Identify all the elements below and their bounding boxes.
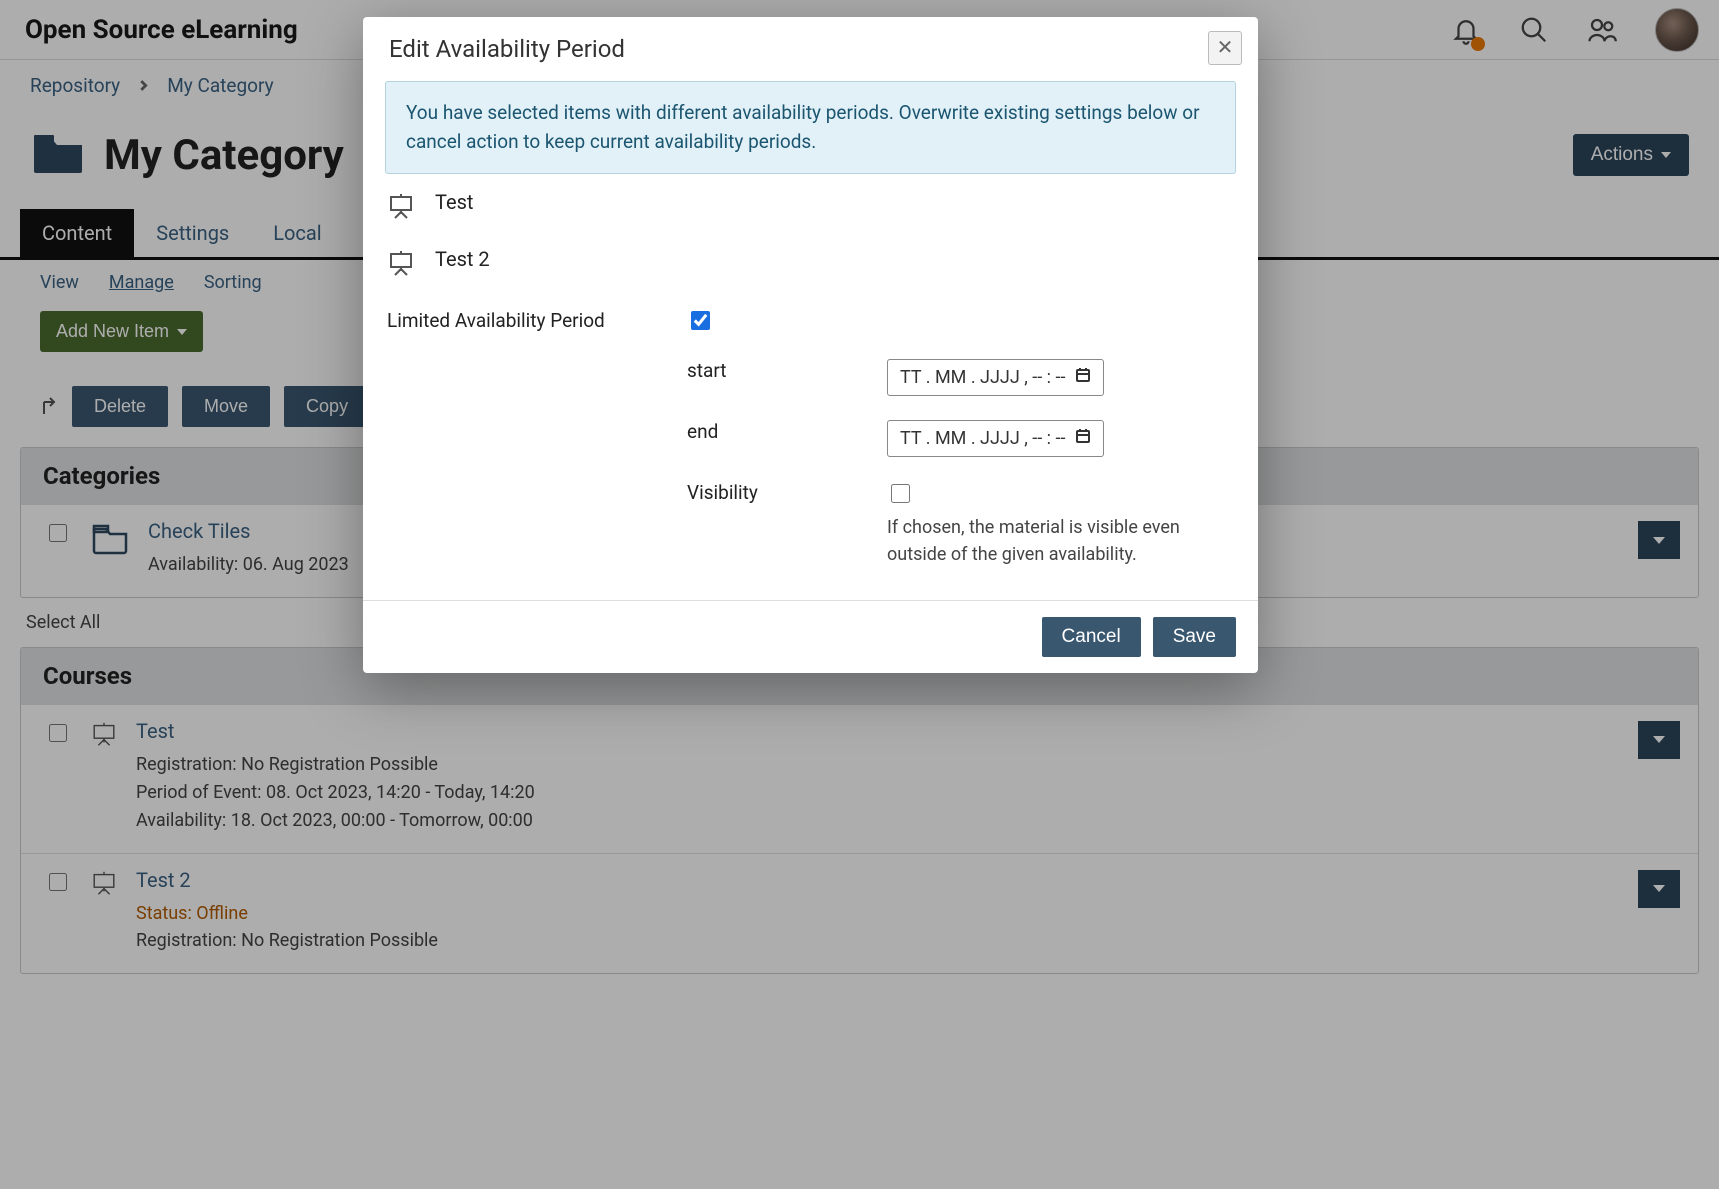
- calendar-icon: [1075, 428, 1091, 449]
- end-datetime-input[interactable]: TT . MM . JJJJ , -- : --: [887, 420, 1104, 457]
- end-label: end: [687, 420, 867, 457]
- calendar-icon: [1075, 367, 1091, 388]
- save-button[interactable]: Save: [1153, 617, 1236, 657]
- limited-availability-label: Limited Availability Period: [387, 308, 667, 335]
- modal-title: Edit Availability Period: [389, 35, 625, 63]
- course-icon: [387, 247, 435, 280]
- start-label: start: [687, 359, 867, 396]
- selected-item-name: Test 2: [435, 247, 490, 271]
- limited-availability-checkbox[interactable]: [691, 311, 710, 330]
- start-datetime-input[interactable]: TT . MM . JJJJ , -- : --: [887, 359, 1104, 396]
- course-icon: [387, 190, 435, 223]
- close-button[interactable]: ✕: [1208, 31, 1242, 65]
- date-placeholder: TT . MM . JJJJ , -- : --: [900, 367, 1065, 388]
- edit-availability-modal: Edit Availability Period ✕ You have sele…: [363, 17, 1258, 673]
- close-icon: ✕: [1217, 38, 1234, 58]
- cancel-button[interactable]: Cancel: [1042, 617, 1141, 657]
- visibility-help-text: If chosen, the material is visible even …: [887, 514, 1187, 568]
- visibility-checkbox[interactable]: [891, 484, 910, 503]
- date-placeholder: TT . MM . JJJJ , -- : --: [900, 428, 1065, 449]
- visibility-label: Visibility: [687, 481, 867, 568]
- info-alert: You have selected items with different a…: [385, 81, 1236, 174]
- selected-item-name: Test: [435, 190, 473, 214]
